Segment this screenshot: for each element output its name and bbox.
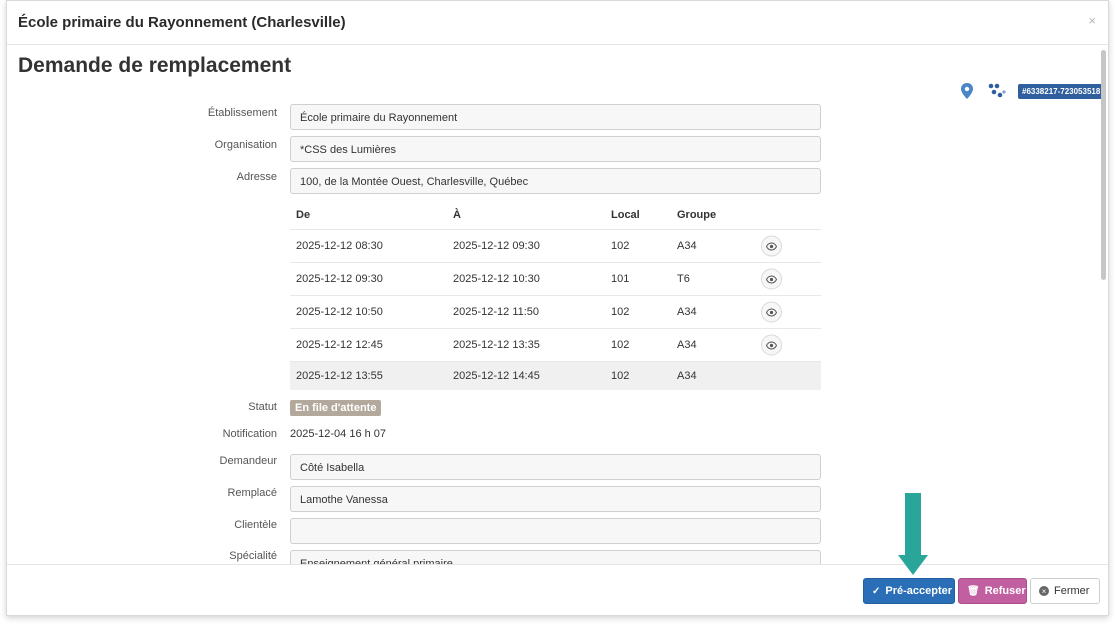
table-row: 2025-12-12 10:50 2025-12-12 11:50 102 A3… (290, 295, 821, 328)
notification-value: 2025-12-04 16 h 07 (290, 428, 387, 440)
cell-groupe: T6 (677, 273, 690, 285)
cell-local: 101 (611, 273, 630, 285)
cell-a: 2025-12-12 10:30 (453, 273, 540, 285)
cell-groupe: A34 (677, 339, 697, 351)
field-label: Établissement (207, 107, 277, 119)
cell-local: 102 (611, 240, 630, 252)
cell-groupe: A34 (677, 306, 697, 318)
cell-a: 2025-12-12 13:35 (453, 339, 540, 351)
pre-accept-label: Pré-accepter (885, 585, 953, 597)
nodes-icon[interactable] (988, 83, 1006, 99)
close-circle-icon: × (1039, 586, 1049, 596)
view-button[interactable] (761, 334, 782, 356)
cell-a: 2025-12-12 09:30 (453, 240, 540, 252)
cell-a: 2025-12-12 11:50 (453, 306, 540, 318)
col-header-de: De (296, 209, 311, 221)
view-button[interactable] (761, 268, 782, 290)
field-label: Organisation (214, 139, 277, 151)
check-icon: ✓ (872, 585, 881, 597)
eye-icon (766, 275, 777, 283)
field-label: Spécialité (229, 550, 277, 562)
scrollbar[interactable] (1101, 46, 1107, 565)
close-icon[interactable]: × (1088, 13, 1096, 28)
cell-de: 2025-12-12 13:55 (296, 370, 383, 382)
refuse-button[interactable]: 🗑 Refuser (958, 578, 1027, 604)
col-header-groupe: Groupe (677, 209, 717, 221)
table-row: 2025-12-12 08:30 2025-12-12 09:30 102 A3… (290, 229, 821, 262)
meta-icons: #6338217-723053518 (960, 83, 1105, 99)
cell-local: 102 (611, 339, 630, 351)
adresse-field[interactable]: 100, de la Montée Ouest, Charlesville, Q… (290, 168, 821, 194)
close-label: Fermer (1054, 585, 1090, 597)
demandeur-field[interactable]: Côté Isabella (290, 454, 821, 480)
refuse-label: Refuser (984, 585, 1026, 597)
view-button[interactable] (761, 235, 782, 257)
cell-a: 2025-12-12 14:45 (453, 370, 540, 382)
col-header-local: Local (611, 209, 640, 221)
trash-icon: 🗑 (967, 585, 980, 597)
field-label: Adresse (236, 171, 277, 183)
modal-header: École primaire du Rayonnement (Charlesvi… (7, 1, 1108, 45)
etablissement-field[interactable]: École primaire du Rayonnement (290, 104, 821, 130)
modal-title: École primaire du Rayonnement (Charlesvi… (18, 14, 346, 31)
modal-footer: ✓ Pré-accepter 🗑 Refuser × Fermer (7, 564, 1108, 615)
eye-icon (766, 242, 777, 250)
remplace-field[interactable]: Lamothe Vanessa (290, 486, 821, 512)
organisation-field[interactable]: *CSS des Lumières (290, 136, 821, 162)
cell-de: 2025-12-12 09:30 (296, 273, 383, 285)
table-row: 2025-12-12 13:55 2025-12-12 14:45 102 A3… (290, 361, 821, 390)
annotation-arrow-icon (898, 493, 928, 575)
replacement-request-modal: École primaire du Rayonnement (Charlesvi… (6, 0, 1109, 616)
cell-de: 2025-12-12 12:45 (296, 339, 383, 351)
schedule-header: De À Local Groupe (290, 201, 821, 229)
cell-local: 102 (611, 306, 630, 318)
eye-icon (766, 308, 777, 316)
eye-icon (766, 341, 777, 349)
cell-groupe: A34 (677, 370, 697, 382)
clientele-field[interactable] (290, 518, 821, 544)
field-label: Demandeur (219, 455, 277, 467)
field-label: Notification (222, 428, 277, 440)
cell-de: 2025-12-12 08:30 (296, 240, 383, 252)
close-button[interactable]: × Fermer (1030, 578, 1100, 604)
pre-accept-button[interactable]: ✓ Pré-accepter (863, 578, 955, 604)
table-row: 2025-12-12 09:30 2025-12-12 10:30 101 T6 (290, 262, 821, 295)
schedule-table: De À Local Groupe 2025-12-12 08:30 2025-… (290, 201, 821, 390)
field-label: Statut (248, 401, 277, 413)
col-header-a: À (453, 209, 461, 221)
specialite-field[interactable]: Enseignement général primaire (290, 550, 821, 565)
field-label: Remplacé (227, 487, 277, 499)
modal-body: Demande de remplacement #6338217-7230535… (7, 46, 1108, 565)
table-row: 2025-12-12 12:45 2025-12-12 13:35 102 A3… (290, 328, 821, 361)
cell-groupe: A34 (677, 240, 697, 252)
scrollbar-thumb[interactable] (1101, 50, 1106, 280)
status-badge: En file d'attente (290, 400, 382, 416)
view-button[interactable] (761, 301, 782, 323)
reference-badge: #6338217-723053518 (1018, 83, 1105, 99)
cell-de: 2025-12-12 10:50 (296, 306, 383, 318)
field-label: Clientèle (234, 519, 277, 531)
map-pin-icon[interactable] (960, 83, 974, 99)
page-title: Demande de remplacement (18, 54, 292, 77)
cell-local: 102 (611, 370, 630, 382)
